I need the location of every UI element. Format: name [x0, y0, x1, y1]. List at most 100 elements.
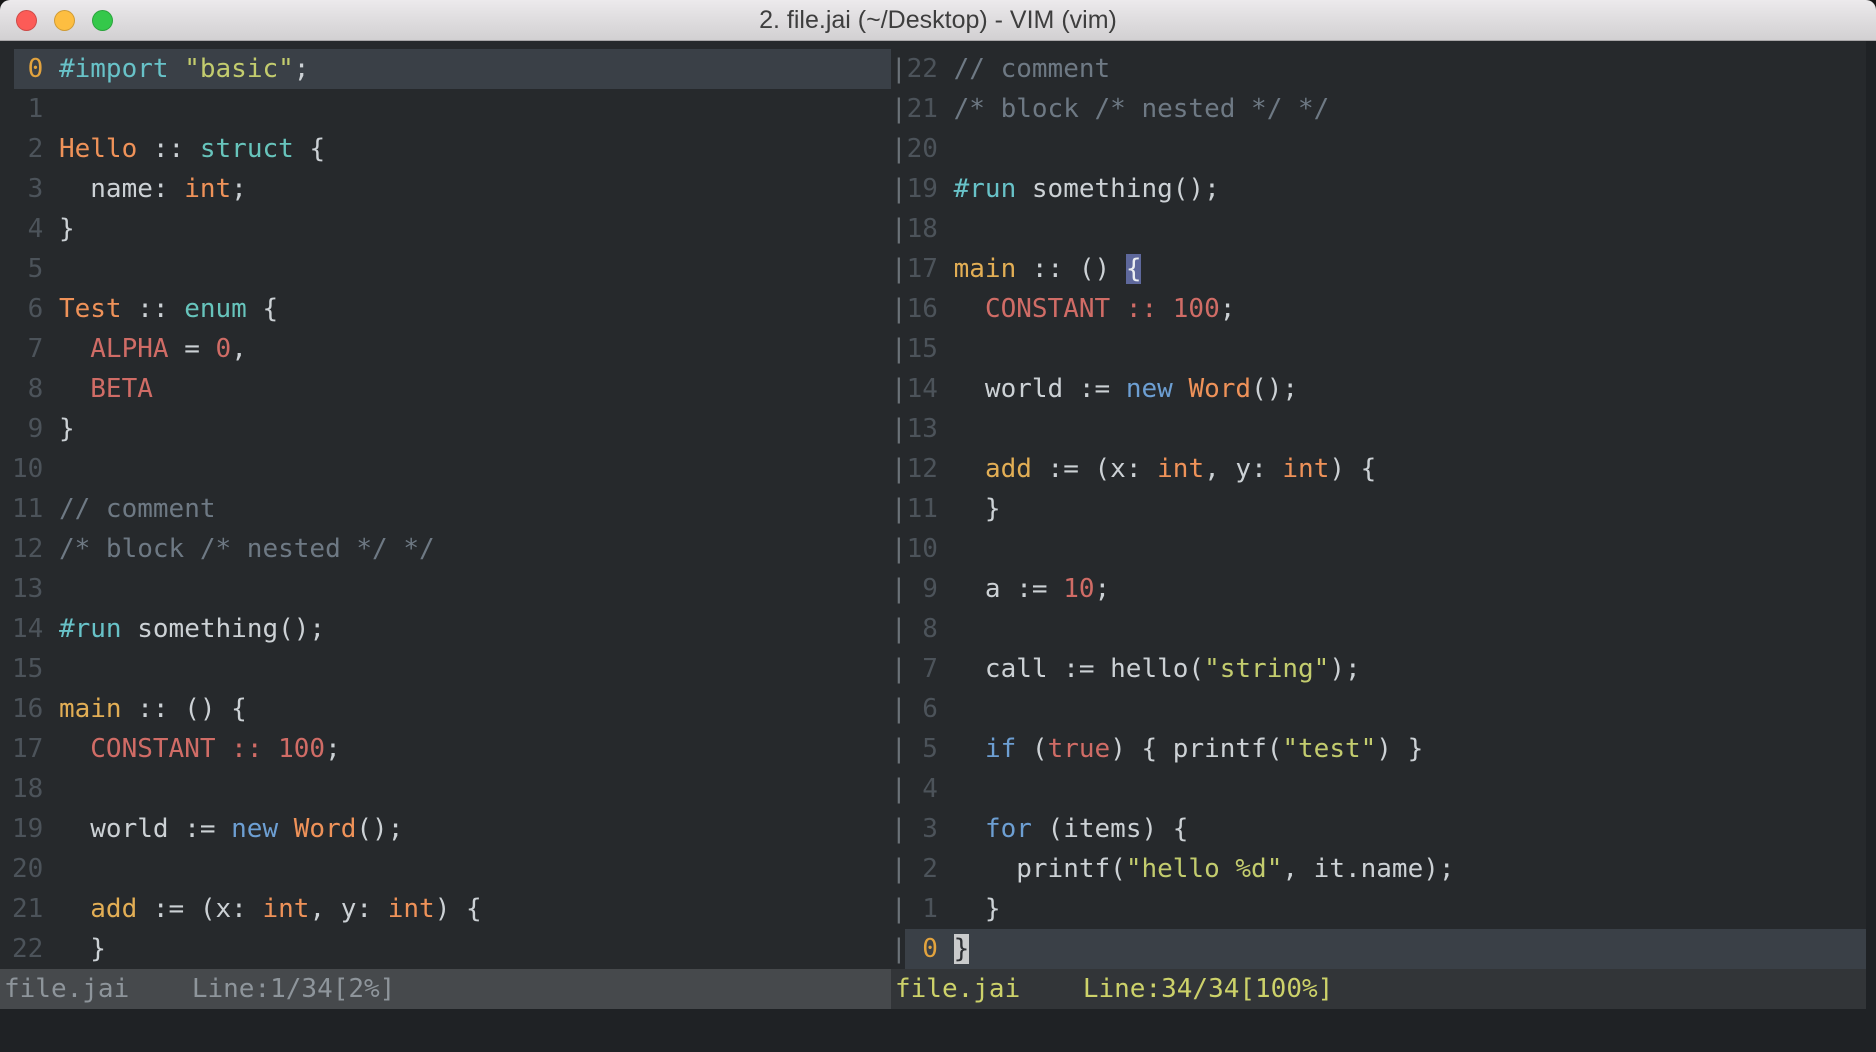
code-line[interactable]: |10 — [891, 529, 1866, 569]
code-line[interactable]: | 3 for (items) { — [891, 809, 1866, 849]
code-line[interactable]: 20 — [0, 849, 891, 889]
code-line[interactable]: | 2 printf("hello %d", it.name); — [891, 849, 1866, 889]
code-token: int — [1157, 454, 1204, 484]
code-token: ); — [1329, 654, 1360, 684]
code-line[interactable]: | 1 } — [891, 889, 1866, 929]
code-token: "basic" — [184, 54, 294, 84]
line-number: 10 — [12, 454, 59, 484]
line-number: |13 — [891, 414, 954, 444]
code-line[interactable]: | 9 a := 10; — [891, 569, 1866, 609]
code-line[interactable]: 4 } — [0, 209, 891, 249]
code-line[interactable]: 9 } — [0, 409, 891, 449]
code-line[interactable]: 10 — [0, 449, 891, 489]
code-line[interactable]: 11 // comment — [0, 489, 891, 529]
code-token: } — [59, 214, 75, 244]
code-line[interactable]: | 0 } — [891, 929, 1866, 969]
code-line[interactable]: 2 Hello :: struct { — [0, 129, 891, 169]
code-line[interactable]: 7 ALPHA = 0, — [0, 329, 891, 369]
code-line[interactable]: 15 — [0, 649, 891, 689]
line-number: |22 — [891, 54, 954, 84]
pane-divider-bar: | — [891, 494, 907, 524]
code-line[interactable]: |20 — [891, 129, 1866, 169]
line-number: |18 — [891, 214, 954, 244]
line-number: | 4 — [891, 774, 954, 804]
line-number: 11 — [12, 494, 59, 524]
code-line[interactable]: |17 main :: () { — [891, 249, 1866, 289]
editor-area: 0 #import "basic"; 1 2 Hello :: struct {… — [0, 41, 1876, 969]
code-token: } — [954, 494, 1001, 524]
code-line[interactable]: | 6 — [891, 689, 1866, 729]
code-token: :: — [137, 134, 200, 164]
pane-divider-bar: | — [891, 254, 907, 284]
code-token — [954, 734, 985, 764]
code-line[interactable]: 21 add := (x: int, y: int) { — [0, 889, 891, 929]
code-token: add — [985, 454, 1032, 484]
code-line[interactable]: 5 — [0, 249, 891, 289]
line-number: | 6 — [891, 694, 954, 724]
code-token: 10 — [1063, 574, 1094, 604]
code-line[interactable]: |22 // comment — [891, 49, 1866, 89]
right-editor-pane[interactable]: |22 // comment|21 /* block /* nested */ … — [891, 49, 1866, 969]
code-token: } — [59, 934, 106, 964]
line-number: |14 — [891, 374, 954, 404]
code-token: name: — [59, 174, 184, 204]
line-number: 17 — [12, 734, 59, 764]
code-token: world := — [59, 814, 231, 844]
code-token: int — [262, 894, 309, 924]
status-spacer — [1866, 969, 1876, 1009]
code-line[interactable]: |14 world := new Word(); — [891, 369, 1866, 409]
code-line[interactable]: | 5 if (true) { printf("test") } — [891, 729, 1866, 769]
code-line[interactable]: |19 #run something(); — [891, 169, 1866, 209]
code-token: add — [90, 894, 137, 924]
code-token: { — [294, 134, 325, 164]
pane-divider-bar: | — [891, 814, 907, 844]
line-number: | 1 — [891, 894, 954, 924]
command-line — [0, 1009, 1876, 1052]
code-line[interactable]: 18 — [0, 769, 891, 809]
code-line[interactable]: | 7 call := hello("string"); — [891, 649, 1866, 689]
code-token: something(); — [1016, 174, 1220, 204]
code-token: , — [231, 334, 247, 364]
code-token: // comment — [954, 54, 1111, 84]
code-token: ) { — [435, 894, 482, 924]
code-line[interactable]: |16 CONSTANT :: 100; — [891, 289, 1866, 329]
code-line[interactable]: 8 BETA — [0, 369, 891, 409]
code-line[interactable]: 17 CONSTANT :: 100; — [0, 729, 891, 769]
code-token: /* block /* nested */ */ — [59, 534, 435, 564]
code-line[interactable]: 6 Test :: enum { — [0, 289, 891, 329]
zoom-button[interactable] — [92, 10, 113, 31]
code-token: Word — [1188, 374, 1251, 404]
left-editor-pane[interactable]: 0 #import "basic"; 1 2 Hello :: struct {… — [0, 49, 891, 969]
code-line[interactable]: 0 #import "basic"; — [0, 49, 891, 89]
code-token: ) { — [1329, 454, 1376, 484]
window-controls — [16, 0, 113, 40]
code-line[interactable]: 16 main :: () { — [0, 689, 891, 729]
code-line[interactable]: 22 } — [0, 929, 891, 969]
code-line[interactable]: 3 name: int; — [0, 169, 891, 209]
code-line[interactable]: |18 — [891, 209, 1866, 249]
line-number: 12 — [12, 534, 59, 564]
pane-divider-bar: | — [891, 614, 907, 644]
code-line[interactable]: |15 — [891, 329, 1866, 369]
line-number: | 5 — [891, 734, 954, 764]
code-line[interactable]: |13 — [891, 409, 1866, 449]
code-token: enum — [184, 294, 247, 324]
code-token: } — [59, 414, 75, 444]
code-line[interactable]: | 8 — [891, 609, 1866, 649]
code-line[interactable]: 19 world := new Word(); — [0, 809, 891, 849]
code-line[interactable]: 13 — [0, 569, 891, 609]
code-line[interactable]: 14 #run something(); — [0, 609, 891, 649]
code-line[interactable]: 1 — [0, 89, 891, 129]
line-number: |17 — [891, 254, 954, 284]
close-button[interactable] — [16, 10, 37, 31]
code-line[interactable]: |12 add := (x: int, y: int) { — [891, 449, 1866, 489]
code-line[interactable]: 12 /* block /* nested */ */ — [0, 529, 891, 569]
minimize-button[interactable] — [54, 10, 75, 31]
code-line[interactable]: |11 } — [891, 489, 1866, 529]
code-line[interactable]: | 4 — [891, 769, 1866, 809]
code-token: true — [1048, 734, 1111, 764]
pane-divider-bar: | — [891, 654, 907, 684]
line-number: 4 — [12, 214, 59, 244]
code-line[interactable]: |21 /* block /* nested */ */ — [891, 89, 1866, 129]
code-token: ; — [231, 174, 247, 204]
